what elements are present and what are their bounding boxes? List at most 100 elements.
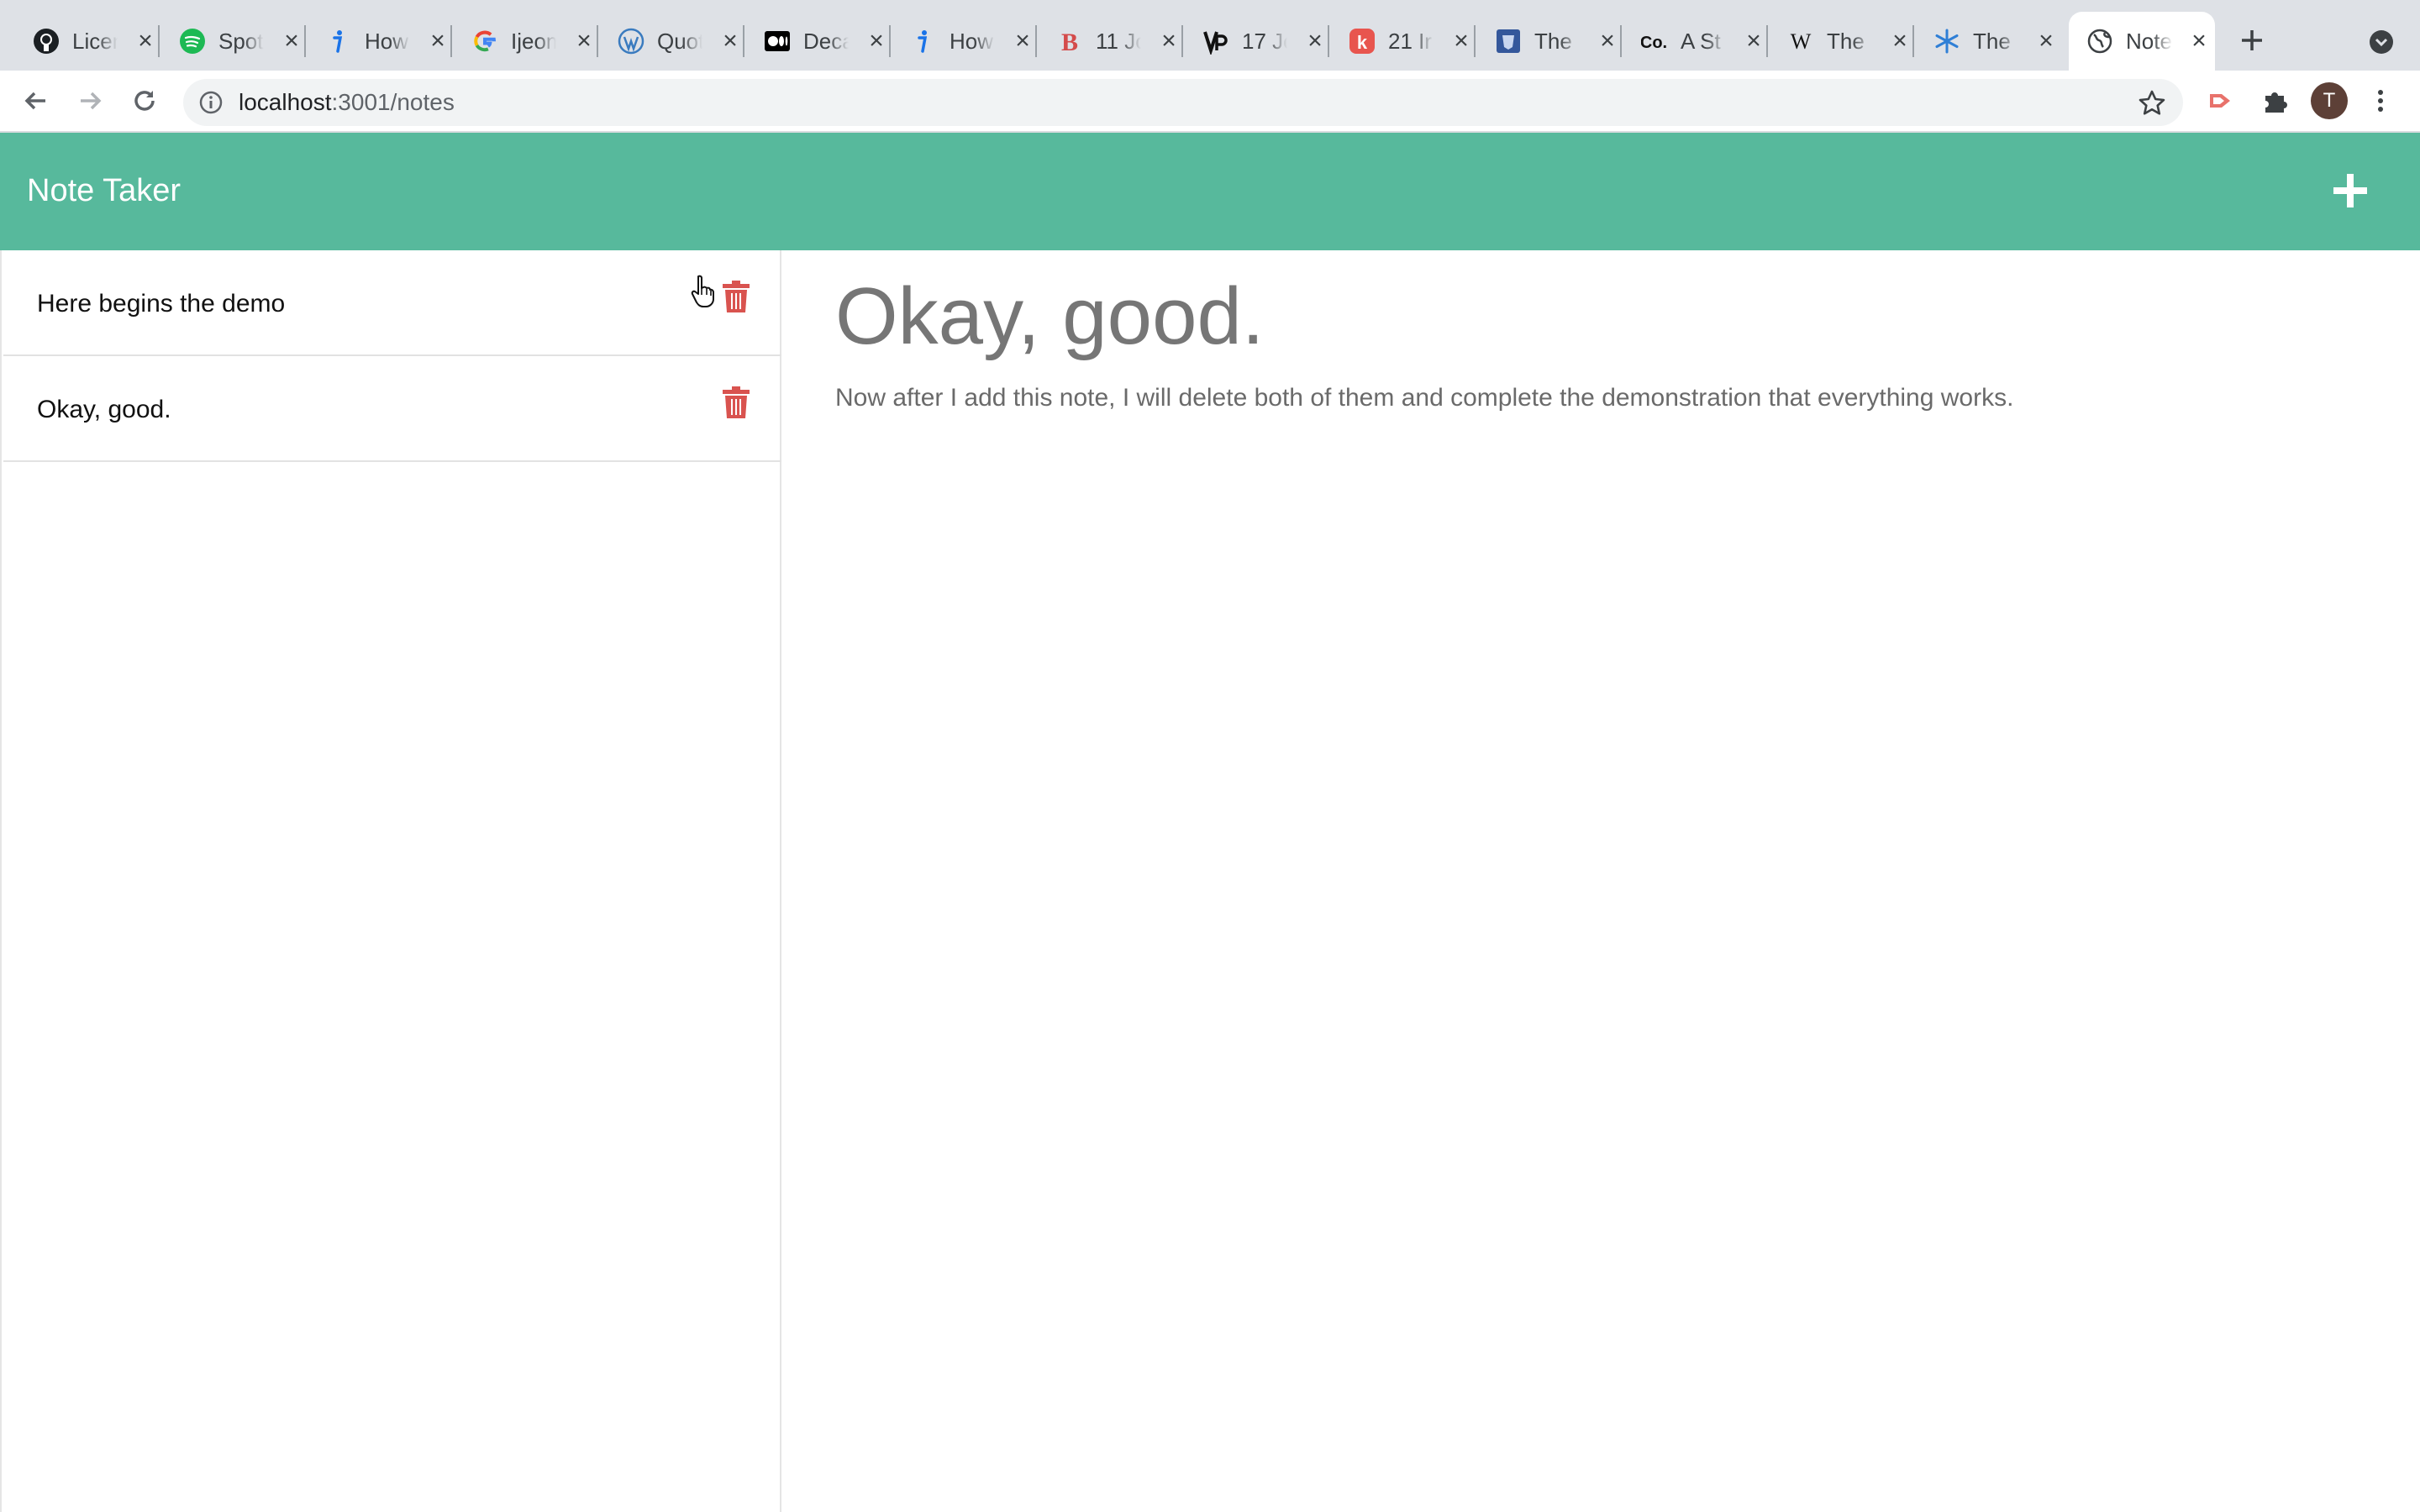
back-arrow-icon[interactable]	[18, 84, 52, 118]
url-path: :3001/notes	[331, 89, 455, 115]
github-icon	[32, 27, 60, 55]
url-host: localhost	[239, 89, 332, 115]
note-title: Here begins the demo	[37, 290, 286, 318]
note-editor: Okay, good. Now after I add this note, I…	[783, 250, 2420, 1512]
browser-tab[interactable]: Decade ×	[746, 12, 891, 71]
tab-separator	[450, 25, 452, 57]
browser-menu-icon[interactable]	[2368, 84, 2393, 118]
globe-icon	[2086, 27, 2114, 55]
google-icon	[471, 27, 499, 55]
close-tab-icon[interactable]: ×	[1302, 29, 1328, 54]
close-tab-icon[interactable]: ×	[1887, 29, 1912, 54]
tab-separator	[1912, 25, 1914, 57]
forward-arrow-icon[interactable]	[74, 84, 108, 118]
tab-title: The	[1827, 29, 1865, 54]
tab-separator	[304, 25, 306, 57]
browser-tab[interactable]: B 11 Jokes ×	[1039, 12, 1183, 71]
asterisk-icon	[1933, 27, 1961, 55]
close-tab-icon[interactable]: ×	[1595, 29, 1620, 54]
close-tab-icon[interactable]: ×	[133, 29, 158, 54]
list-item[interactable]: Okay, good.	[3, 356, 781, 462]
browser-tab[interactable]: Spotify ×	[161, 12, 306, 71]
site-info-icon[interactable]	[198, 90, 224, 115]
new-tab-icon[interactable]	[2235, 24, 2269, 57]
close-tab-icon[interactable]: ×	[864, 29, 889, 54]
notes-list: Here begins the demo Okay, good.	[0, 250, 781, 1512]
bookmark-star-icon[interactable]	[2138, 89, 2166, 118]
close-tab-icon[interactable]: ×	[2186, 29, 2212, 54]
tab-title: 17 Jokes	[1242, 29, 1287, 54]
browser-tab[interactable]: Quotes ×	[600, 12, 744, 71]
shield-logo-icon	[1494, 27, 1523, 55]
note-title-field[interactable]: Okay, good.	[835, 270, 1265, 363]
tab-title: License	[72, 29, 118, 54]
tab-separator	[597, 25, 598, 57]
extensions-puzzle-icon[interactable]	[2259, 84, 2292, 118]
tab-title: Decade	[803, 29, 849, 54]
tab-title: The	[1973, 29, 2011, 54]
url-text[interactable]: localhost:3001/notes	[239, 87, 455, 118]
spotify-icon	[178, 27, 207, 55]
reload-icon[interactable]	[128, 84, 161, 118]
browser-tab[interactable]: 17 Jokes ×	[1185, 12, 1329, 71]
trash-icon[interactable]	[723, 386, 750, 418]
tab-separator	[889, 25, 891, 57]
k-letter-icon: k	[1348, 27, 1376, 55]
trash-icon[interactable]	[723, 281, 750, 312]
close-tab-icon[interactable]: ×	[571, 29, 597, 54]
close-tab-icon[interactable]: ×	[279, 29, 304, 54]
info-i-icon	[909, 27, 938, 55]
close-tab-icon[interactable]: ×	[1449, 29, 1474, 54]
new-note-plus-icon[interactable]	[2329, 170, 2371, 212]
close-tab-icon[interactable]: ×	[1010, 29, 1035, 54]
tab-title: A St	[1681, 29, 1721, 54]
tab-separator	[1474, 25, 1476, 57]
wordpress-icon	[617, 27, 645, 55]
tab-title: Quotes	[657, 29, 702, 54]
co-logo-icon: Co.	[1640, 27, 1669, 55]
svg-text:B: B	[1061, 29, 1078, 55]
b-letter-icon: B	[1055, 27, 1084, 55]
note-text-field[interactable]: Now after I add this note, I will delete…	[835, 381, 2013, 415]
app-title[interactable]: Note Taker	[27, 170, 181, 212]
browser-tab[interactable]: W The ×	[1770, 12, 1914, 71]
tab-title: 11 Jokes	[1096, 29, 1141, 54]
tab-title: Note	[2126, 29, 2172, 54]
browser-tab-strip: License × Spotify × How × Ijeoma × Quote…	[0, 0, 2420, 71]
info-i-icon	[324, 27, 353, 55]
address-bar[interactable]: localhost:3001/notes	[183, 79, 2183, 126]
tab-separator	[743, 25, 744, 57]
profile-avatar[interactable]: T	[2311, 82, 2348, 119]
browser-tab[interactable]: Co. A St ×	[1623, 12, 1768, 71]
browser-tab-active[interactable]: Note ×	[2069, 12, 2215, 71]
close-tab-icon[interactable]: ×	[1156, 29, 1181, 54]
hand-pointer-cursor-icon	[691, 274, 716, 307]
tab-title: 21 Ir	[1388, 29, 1433, 54]
tab-search-icon[interactable]	[2368, 29, 2395, 55]
tab-title: Spotify	[218, 29, 264, 54]
svg-text:Co.: Co.	[1641, 34, 1667, 52]
browser-tab[interactable]: The ×	[1916, 12, 2060, 71]
close-tab-icon[interactable]: ×	[718, 29, 743, 54]
tab-separator	[1766, 25, 1768, 57]
close-tab-icon[interactable]: ×	[425, 29, 450, 54]
browser-tab[interactable]: How ×	[308, 12, 452, 71]
svg-text:k: k	[1357, 32, 1368, 53]
wikipedia-icon: W	[1786, 27, 1815, 55]
note-title: Okay, good.	[37, 396, 171, 423]
tab-separator	[158, 25, 160, 57]
browser-tab[interactable]: Ijeoma ×	[454, 12, 598, 71]
browser-tab[interactable]: k 21 Ir ×	[1331, 12, 1476, 71]
browser-tab[interactable]: License ×	[15, 12, 160, 71]
browser-tab[interactable]: The ×	[1477, 12, 1622, 71]
close-tab-icon[interactable]: ×	[2033, 29, 2059, 54]
tab-title: How	[950, 29, 994, 54]
browser-tab[interactable]: How ×	[892, 12, 1037, 71]
screen-recorder-extension-icon[interactable]	[2203, 84, 2237, 118]
tab-title: How	[365, 29, 409, 54]
list-item[interactable]: Here begins the demo	[3, 250, 781, 356]
vp-icon	[1202, 27, 1230, 55]
app-navbar: Note Taker	[0, 133, 2420, 250]
close-tab-icon[interactable]: ×	[1741, 29, 1766, 54]
tab-separator	[1035, 25, 1037, 57]
